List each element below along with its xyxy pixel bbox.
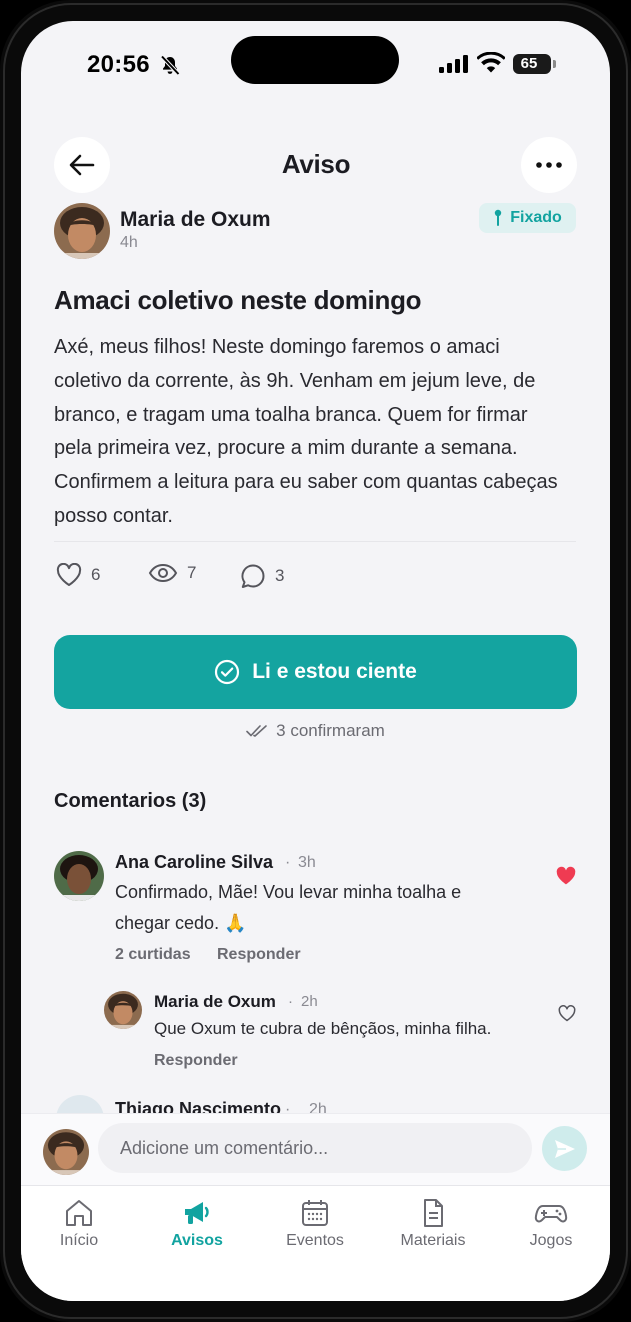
post-time: 4h	[120, 234, 138, 251]
post-body: Axé, meus filhos! Neste domingo faremos …	[54, 336, 558, 527]
phone-frame: 20:56 65 Aviso Maria de Oxum 4h Fixado A…	[0, 0, 631, 1322]
page-title: Aviso	[281, 149, 351, 179]
tab-jogos[interactable]: Jogos	[501, 1198, 601, 1250]
confirm-read-button[interactable]: Li e estou ciente	[54, 635, 577, 709]
comments-count: 3	[275, 566, 285, 585]
bell-muted-icon	[160, 55, 180, 76]
wifi-icon	[477, 52, 505, 73]
comment-bubble-icon	[241, 564, 265, 588]
author-avatar[interactable]	[54, 203, 110, 259]
send-icon	[554, 1139, 575, 1158]
home-icon	[66, 1200, 92, 1226]
document-icon	[424, 1199, 443, 1227]
comment-input[interactable]	[98, 1123, 532, 1173]
heart-outline-icon[interactable]	[558, 1005, 576, 1022]
heart-filled-icon[interactable]	[555, 866, 577, 886]
tab-label: Jogos	[529, 1232, 573, 1249]
post-title: Amaci coletivo neste domingo	[54, 285, 422, 315]
comments-heading: Comentarios (3)	[54, 790, 207, 812]
tab-label: Avisos	[171, 1232, 223, 1249]
back-button[interactable]	[54, 137, 110, 193]
confirmed-count: 3 confirmaram	[21, 721, 610, 741]
pinned-label: Fixado	[510, 209, 562, 226]
author-name[interactable]: Maria de Oxum	[120, 208, 271, 232]
current-user-avatar	[43, 1129, 89, 1175]
send-button[interactable]	[542, 1126, 587, 1171]
tab-label: Eventos	[286, 1232, 344, 1249]
tab-avisos[interactable]: Avisos	[147, 1198, 247, 1250]
pin-icon	[495, 209, 502, 226]
divider	[54, 541, 576, 542]
screen: 20:56 65 Aviso Maria de Oxum 4h Fixado A…	[21, 21, 610, 1301]
confirm-label: Li e estou ciente	[252, 660, 417, 683]
reply-button[interactable]: Responder	[217, 946, 301, 964]
tab-materiais[interactable]: Materiais	[383, 1198, 483, 1250]
gamepad-icon	[534, 1205, 568, 1223]
like-button[interactable]: 6	[56, 563, 100, 587]
dynamic-island	[231, 36, 399, 84]
battery-icon: 65	[513, 54, 551, 74]
like-count: 6	[91, 565, 101, 584]
heart-icon	[56, 563, 82, 586]
check-circle-icon	[215, 659, 240, 685]
battery-tip	[553, 60, 556, 68]
comments-button[interactable]: 3	[240, 563, 284, 589]
views-stat: 7	[148, 563, 196, 583]
tab-label: Início	[59, 1232, 99, 1249]
tab-inicio[interactable]: Início	[29, 1198, 129, 1250]
reply-button[interactable]: Responder	[154, 1052, 238, 1070]
reply-time: 2h	[301, 993, 318, 1010]
eye-icon	[148, 563, 178, 583]
tab-label: Materiais	[400, 1232, 466, 1249]
comment-separator: ·	[285, 854, 291, 871]
comment-likes-count[interactable]: 2 curtidas	[115, 946, 191, 964]
reply-separator: ·	[288, 993, 293, 1010]
tab-bar: Início Avisos Eventos Materiais Jogos	[21, 1185, 610, 1301]
megaphone-icon	[185, 1202, 209, 1224]
comment-avatar[interactable]	[54, 851, 104, 901]
comment-author[interactable]: Ana Caroline Silva	[115, 852, 273, 873]
tab-eventos[interactable]: Eventos	[265, 1198, 365, 1250]
comment-time: 3h	[298, 854, 316, 871]
reply-avatar[interactable]	[104, 991, 142, 1029]
pinned-badge: Fixado	[479, 203, 576, 233]
arrow-left-icon	[69, 154, 95, 176]
comment-text-line-2: chegar cedo. 🙏	[115, 913, 247, 933]
battery-level: 65	[520, 55, 538, 72]
signal-icon	[439, 55, 468, 73]
comment-text-line-1: Confirmado, Mãe! Vou levar minha toalha …	[115, 882, 462, 902]
reply-author[interactable]: Maria de Oxum	[154, 992, 276, 1012]
status-time: 20:56	[87, 51, 150, 78]
calendar-icon	[302, 1200, 328, 1226]
confirmed-text: 3 confirmaram	[276, 721, 385, 740]
more-horizontal-icon	[536, 162, 562, 168]
views-count: 7	[187, 563, 197, 582]
more-options-button[interactable]	[521, 137, 577, 193]
double-check-icon	[246, 725, 267, 737]
reply-text: Que Oxum te cubra de bênçãos, minha filh…	[154, 1019, 492, 1038]
